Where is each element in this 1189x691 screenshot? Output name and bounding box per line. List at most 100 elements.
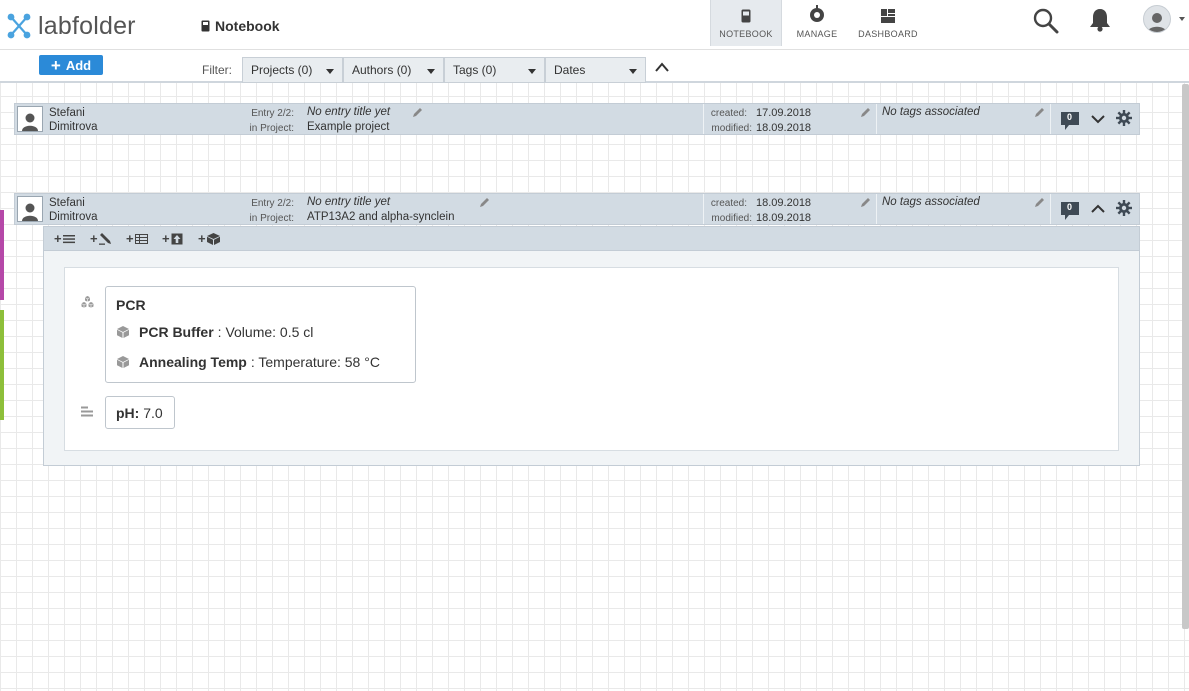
tab-dashboard[interactable]: DASHBOARD: [851, 0, 925, 46]
bell-icon[interactable]: [1088, 7, 1112, 32]
data-item-icon: [117, 356, 129, 368]
filter-dates[interactable]: Dates: [545, 57, 646, 83]
entry-tags[interactable]: No tags associated: [882, 196, 980, 208]
element-toolbar: + + + + +: [44, 227, 1139, 251]
add-text-button[interactable]: +: [54, 232, 75, 245]
add-table-button[interactable]: +: [126, 232, 148, 245]
filter-projects[interactable]: Projects (0): [242, 57, 343, 83]
pencil-icon[interactable]: [479, 197, 490, 208]
add-upload-button[interactable]: +: [162, 232, 183, 245]
data-item[interactable]: Annealing Temp : Temperature: 58 °C: [117, 354, 380, 370]
labfolder-logo-icon: [7, 13, 31, 39]
modified-label: modified:: [711, 123, 752, 134]
entry-project[interactable]: Example project: [307, 121, 389, 133]
descriptive-data: pH: 7.0: [116, 405, 163, 421]
add-upload-icon: [171, 233, 183, 244]
add-data-button[interactable]: +: [198, 232, 220, 245]
comment-count: 0: [1067, 112, 1073, 122]
gear-icon[interactable]: [1116, 110, 1132, 126]
author-last-name: Dimitrova: [49, 211, 98, 223]
author-first-name: Stefani: [49, 197, 85, 209]
caret-down-icon: [528, 69, 536, 74]
entry-title[interactable]: No entry title yet: [307, 196, 390, 208]
plus-icon: +: [126, 231, 134, 246]
data-group-card[interactable]: PCR PCR Buffer : Volume: 0.5 cl Annealin…: [105, 286, 416, 383]
entry-body: + + + + + PCR PCR Buffer: Volume: 0.5 c…: [43, 226, 1140, 466]
created-date: 17.09.2018: [756, 107, 812, 119]
gear-icon[interactable]: [1116, 200, 1132, 216]
data-group-icon: [81, 296, 94, 308]
add-text-icon: [62, 234, 75, 243]
project-label: in Project:: [249, 123, 294, 134]
side-marker: [0, 310, 4, 420]
add-button[interactable]: + Add: [39, 55, 103, 75]
data-item[interactable]: PCR Buffer : Volume: 0.5 cl: [117, 324, 313, 340]
add-sketch-icon: [98, 232, 111, 245]
entry-number-label: Entry 2/2:: [251, 108, 294, 119]
chevron-down-icon: [1179, 17, 1185, 21]
pencil-icon[interactable]: [1034, 107, 1045, 118]
pencil-icon[interactable]: [1034, 197, 1045, 208]
add-data-icon: [206, 232, 220, 245]
descriptive-data-name: pH:: [116, 405, 140, 421]
divider: [876, 194, 877, 224]
author-avatar: [17, 196, 43, 222]
data-item-value: : Temperature: 58 °C: [250, 354, 380, 370]
manage-icon: [810, 5, 824, 22]
entry-header[interactable]: Stefani Dimitrova Entry 2/2: No entry ti…: [14, 193, 1140, 225]
top-bar: labfolder Notebook NOTEBOOK MANAGE DASHB…: [0, 0, 1189, 50]
entry-header[interactable]: Stefani Dimitrova Entry 2/2: No entry ti…: [14, 103, 1140, 135]
modified-date: 18.09.2018: [756, 122, 812, 134]
plus-icon: +: [54, 231, 62, 246]
created-date: 18.09.2018: [756, 197, 812, 209]
author-avatar: [17, 106, 43, 132]
pencil-icon[interactable]: [860, 197, 871, 208]
chevron-up-icon[interactable]: [652, 60, 672, 74]
chevron-up-icon[interactable]: [1090, 204, 1106, 214]
caret-down-icon: [427, 69, 435, 74]
project-label: in Project:: [249, 213, 294, 224]
data-item-value: : Volume: 0.5 cl: [217, 324, 314, 340]
breadcrumb-label: Notebook: [215, 18, 280, 34]
divider: [1050, 104, 1051, 134]
breadcrumb[interactable]: Notebook: [201, 18, 280, 34]
side-marker: [0, 210, 4, 300]
search-icon[interactable]: [1033, 8, 1059, 34]
add-button-label: Add: [65, 57, 92, 73]
add-table-icon: [134, 233, 148, 244]
filter-tags-label: Tags (0): [453, 63, 497, 77]
created-label: created:: [710, 198, 747, 209]
tab-notebook[interactable]: NOTEBOOK: [710, 0, 782, 46]
tab-label: DASHBOARD: [858, 29, 918, 39]
caret-down-icon: [326, 69, 334, 74]
plus-icon: +: [50, 55, 61, 75]
descriptive-data-icon: [81, 406, 93, 417]
notebook-icon: [201, 20, 210, 32]
dashboard-icon: [881, 9, 895, 23]
user-menu[interactable]: [1143, 5, 1188, 33]
filter-authors[interactable]: Authors (0): [343, 57, 444, 83]
chevron-down-icon[interactable]: [1090, 114, 1106, 124]
filter-tags[interactable]: Tags (0): [444, 57, 545, 83]
author-first-name: Stefani: [49, 107, 85, 119]
tab-label: MANAGE: [796, 29, 838, 39]
labfolder-logo[interactable]: labfolder: [6, 10, 136, 42]
pencil-icon[interactable]: [860, 107, 871, 118]
descriptive-data-value: 7.0: [143, 405, 163, 421]
pencil-icon[interactable]: [412, 107, 423, 118]
filter-dates-label: Dates: [554, 63, 586, 77]
add-sketch-button[interactable]: +: [90, 232, 112, 245]
divider: [1050, 194, 1051, 224]
descriptive-data-card[interactable]: pH: 7.0: [105, 396, 175, 429]
plus-icon: +: [162, 231, 170, 246]
plus-icon: +: [90, 231, 98, 246]
data-item-name: Annealing Temp: [139, 354, 247, 370]
notebook-icon: [741, 9, 751, 23]
entry-tags[interactable]: No tags associated: [882, 106, 980, 118]
filter-label: Filter:: [202, 63, 232, 77]
page-scrollbar[interactable]: [1182, 84, 1189, 629]
entry-title[interactable]: No entry title yet: [307, 106, 390, 118]
data-item-name: PCR Buffer: [139, 324, 214, 340]
tab-manage[interactable]: MANAGE: [785, 0, 849, 46]
entry-project[interactable]: ATP13A2 and alpha-synclein: [307, 211, 454, 223]
